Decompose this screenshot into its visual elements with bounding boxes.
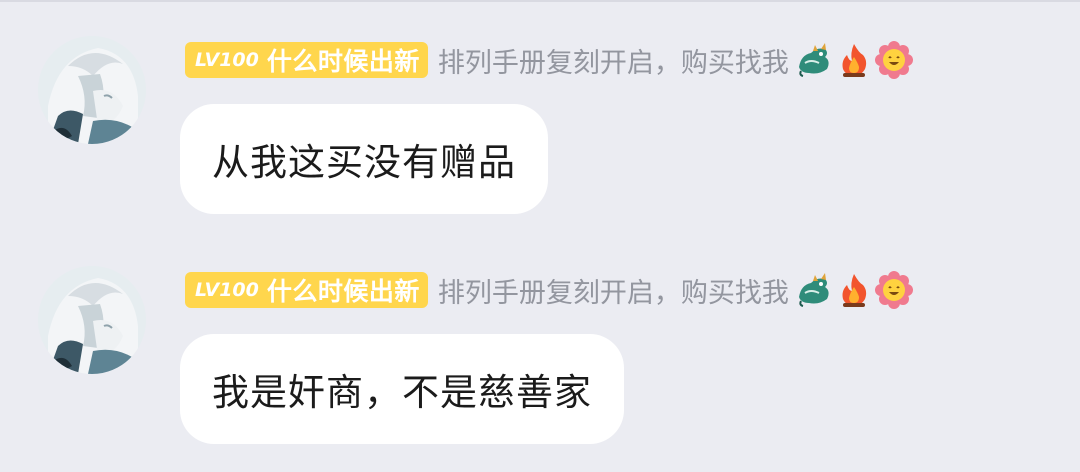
message-text: 我是奸商，不是慈善家 xyxy=(212,371,592,414)
smile-flower-badge-icon[interactable] xyxy=(874,271,913,309)
fire-badge-icon[interactable] xyxy=(835,271,873,309)
dragon-badge-icon[interactable] xyxy=(795,271,833,309)
message-bubble[interactable]: 我是奸商，不是慈善家 xyxy=(180,334,624,444)
level-nickname-tag[interactable]: LV100 什么时候出新 xyxy=(185,272,428,308)
anime-avatar-icon xyxy=(38,36,146,144)
nickname: 什么时候出新 xyxy=(266,277,420,306)
chat-message: LV100 什么时候出新 排列手册复刻开启，购买找我 xyxy=(0,0,1080,214)
anime-avatar-icon xyxy=(38,266,146,374)
badge-list xyxy=(795,271,913,309)
user-avatar[interactable] xyxy=(38,36,146,144)
smile-flower-badge-icon[interactable] xyxy=(874,41,913,79)
level-label: LV100 xyxy=(195,49,259,71)
level-nickname-tag[interactable]: LV100 什么时候出新 xyxy=(185,42,428,78)
dragon-badge-icon[interactable] xyxy=(795,41,833,79)
user-title: 排列手册复刻开启，购买找我 xyxy=(437,277,789,309)
message-header: LV100 什么时候出新 排列手册复刻开启，购买找我 xyxy=(185,40,913,80)
level-label: LV100 xyxy=(195,279,259,301)
message-text: 从我这买没有赠品 xyxy=(212,141,516,184)
user-title: 排列手册复刻开启，购买找我 xyxy=(437,47,789,79)
chat-message: LV100 什么时候出新 排列手册复刻开启，购买找我 xyxy=(0,230,1080,444)
user-avatar[interactable] xyxy=(38,266,146,374)
message-header: LV100 什么时候出新 排列手册复刻开启，购买找我 xyxy=(185,270,913,310)
nickname: 什么时候出新 xyxy=(266,47,420,76)
message-bubble[interactable]: 从我这买没有赠品 xyxy=(180,104,548,214)
badge-list xyxy=(795,41,913,79)
fire-badge-icon[interactable] xyxy=(835,41,873,79)
